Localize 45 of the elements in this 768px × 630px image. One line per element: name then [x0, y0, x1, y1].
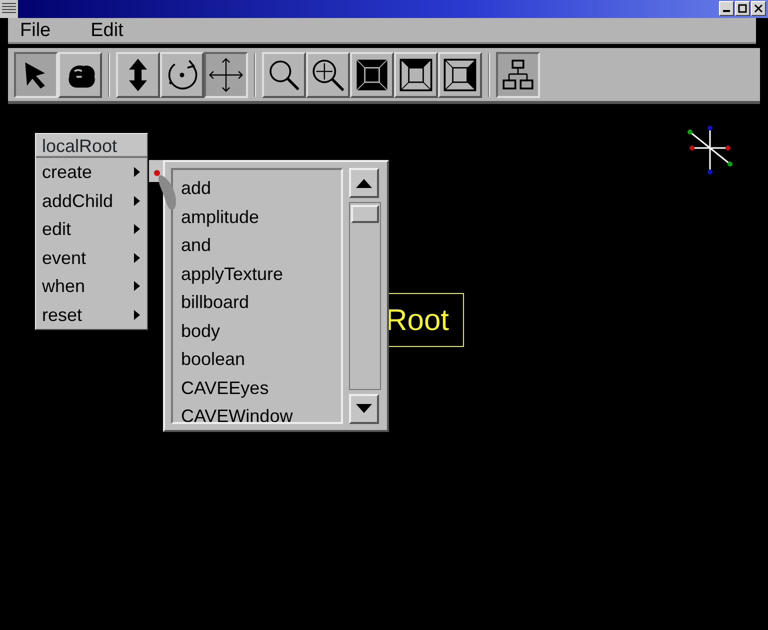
- menu-title: localRoot: [36, 134, 147, 158]
- list-item[interactable]: CAVEEyes: [181, 374, 269, 402]
- scroll-down-button[interactable]: [349, 394, 379, 424]
- hierarchy-button[interactable]: [496, 52, 540, 98]
- list-item[interactable]: amplitude: [181, 202, 260, 231]
- hierarchy-icon: [500, 56, 536, 92]
- list-item[interactable]: boolean: [181, 345, 246, 374]
- close-icon: [754, 4, 763, 13]
- menu-item[interactable]: event: [36, 244, 147, 272]
- arrow-pointer-button[interactable]: [14, 52, 58, 98]
- box-view-button[interactable]: [350, 52, 394, 98]
- move-arrows-icon: [208, 56, 244, 92]
- list-item[interactable]: billboard: [181, 288, 250, 316]
- menu-item[interactable]: Edit: [90, 20, 124, 40]
- scrollbar-thumb[interactable]: [351, 205, 379, 223]
- down-arrow-icon: [355, 403, 373, 415]
- up-arrow-icon: [355, 177, 373, 189]
- minimize-button[interactable]: [719, 1, 734, 16]
- list-item[interactable]: applyTexture: [181, 260, 284, 288]
- maximize-button[interactable]: [735, 1, 750, 16]
- list-item[interactable]: body: [181, 316, 220, 345]
- menu-item[interactable]: addChild: [36, 186, 147, 215]
- box-view-button[interactable]: [438, 52, 482, 98]
- menu-item[interactable]: when: [36, 272, 147, 300]
- up-down-arrow-button[interactable]: [116, 52, 160, 98]
- zoom-button[interactable]: [262, 52, 306, 98]
- zoom-move-icon: [310, 56, 346, 92]
- hand-button[interactable]: [58, 52, 102, 98]
- menu-item[interactable]: edit: [36, 215, 147, 244]
- box-view-icon: [398, 56, 434, 92]
- window-menu-icon[interactable]: [0, 0, 18, 18]
- menu-item[interactable]: File: [20, 20, 51, 40]
- list-item[interactable]: and: [181, 231, 212, 260]
- menu-item[interactable]: reset: [36, 300, 147, 329]
- box-view-icon: [442, 56, 478, 92]
- list-item[interactable]: add: [181, 174, 212, 202]
- box-view-button[interactable]: [394, 52, 438, 98]
- scroll-up-button[interactable]: [349, 168, 379, 198]
- rotate-button[interactable]: [160, 52, 204, 98]
- box-view-icon: [354, 56, 390, 92]
- maximize-icon: [738, 4, 747, 13]
- close-button[interactable]: [751, 1, 766, 16]
- menu-item[interactable]: create: [36, 158, 147, 186]
- move-arrows-button[interactable]: [204, 52, 248, 98]
- zoom-move-button[interactable]: [306, 52, 350, 98]
